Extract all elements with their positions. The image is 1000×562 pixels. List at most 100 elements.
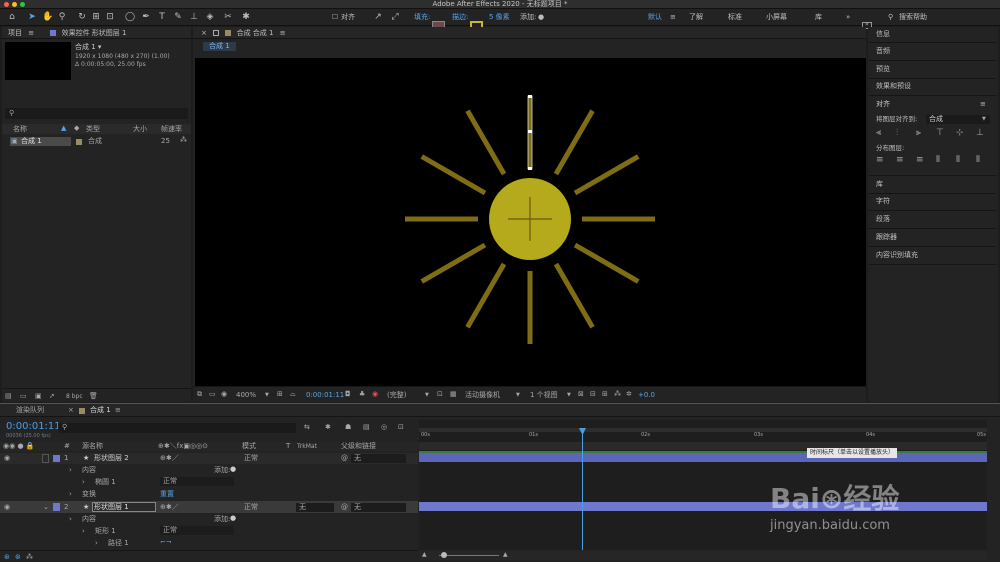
- info-panel[interactable]: 信息: [876, 30, 890, 39]
- sun-ray[interactable]: [465, 262, 507, 329]
- expand-arrow-icon[interactable]: ›: [69, 515, 72, 524]
- distribute-bottom-icon[interactable]: ≡: [916, 156, 924, 165]
- audio-panel[interactable]: 音频: [876, 47, 890, 56]
- graph-editor-icon[interactable]: ⊡: [398, 423, 404, 432]
- layer-bar-selected[interactable]: [419, 502, 987, 511]
- playhead-line[interactable]: [582, 428, 583, 560]
- ellipse-tool-icon[interactable]: ◯: [124, 12, 136, 23]
- lock-icon[interactable]: [213, 30, 220, 36]
- timeline-graph-area[interactable]: 00s 01s 02s 03s 04s 05s 时间标尺（单击以设置播放头）: [419, 420, 987, 560]
- expand-arrow-icon[interactable]: ›: [69, 490, 72, 499]
- source-name-column[interactable]: 源名称: [82, 442, 103, 451]
- current-timecode[interactable]: 0:00:01:11: [6, 421, 61, 432]
- exposure-value[interactable]: +0.0: [638, 391, 655, 400]
- layer-bar[interactable]: [419, 453, 987, 462]
- workspace-default[interactable]: 默认: [648, 13, 662, 22]
- comp-mini-flowchart-icon[interactable]: ⇆: [304, 423, 310, 432]
- expand-arrow-icon[interactable]: ›: [82, 527, 85, 536]
- align-checkbox[interactable]: ☐: [330, 12, 340, 23]
- effects-presets-panel[interactable]: 效果和预设: [876, 82, 911, 91]
- interpret-footage-icon[interactable]: ▤: [5, 392, 12, 401]
- project-item-row[interactable]: ▣ 合成 1 合成 25 ⁂: [2, 136, 191, 146]
- camera-tool-icon[interactable]: ⊞: [90, 12, 102, 23]
- expand-icon[interactable]: [42, 454, 49, 463]
- layer-switches-toggle-icon[interactable]: ⊛: [4, 553, 10, 562]
- flowchart-icon[interactable]: ⁂: [614, 390, 621, 399]
- zoom-dropdown[interactable]: 400%: [236, 391, 256, 400]
- sun-ray[interactable]: [465, 109, 507, 176]
- stroke-width-value[interactable]: 5 像素: [489, 13, 510, 22]
- viewer-timecode[interactable]: 0:00:01:11: [306, 391, 344, 400]
- preview-panel[interactable]: 预览: [876, 65, 890, 74]
- eye-icon[interactable]: ◉: [4, 503, 10, 512]
- sun-ray[interactable]: [553, 109, 595, 176]
- close-tab-icon[interactable]: ×: [201, 29, 207, 37]
- more-workspaces-icon[interactable]: »: [846, 13, 850, 22]
- comp-breadcrumb[interactable]: 合成 1: [203, 42, 236, 51]
- new-folder-icon[interactable]: ▭: [20, 392, 27, 401]
- tracker-panel[interactable]: 跟踪器: [876, 233, 897, 242]
- add-shape-icon[interactable]: ●: [537, 12, 545, 23]
- distribute-horizontal-center-icon[interactable]: ⦀: [956, 156, 960, 165]
- expand-arrow-icon[interactable]: ›: [95, 539, 98, 548]
- zoom-slider-track[interactable]: [439, 555, 499, 556]
- puppet-tool-icon[interactable]: ✱: [240, 12, 252, 23]
- add-content-icon[interactable]: ●: [230, 514, 236, 523]
- region-of-interest-icon[interactable]: ⊡: [437, 390, 443, 399]
- camera-dropdown[interactable]: 活动摄像机: [465, 391, 500, 400]
- composition-tab[interactable]: 合成 合成 1: [237, 29, 274, 37]
- layer-mode[interactable]: 正常: [244, 454, 258, 463]
- draft-3d-icon[interactable]: ✱: [325, 423, 331, 432]
- workspace-small-screen[interactable]: 小屏幕: [766, 13, 787, 22]
- layer-name[interactable]: 形状图层 2: [94, 454, 129, 463]
- workspace-libraries[interactable]: 库: [815, 13, 822, 22]
- column-size[interactable]: 大小: [133, 125, 147, 134]
- workspace-menu-icon[interactable]: ≡: [670, 13, 676, 22]
- rectangle-mode-dropdown[interactable]: 正常: [160, 526, 234, 535]
- eraser-tool-icon[interactable]: ◈: [204, 12, 216, 23]
- parent-dropdown[interactable]: 无: [351, 503, 406, 512]
- snapshot-icon[interactable]: ◘: [345, 390, 351, 399]
- rotate-tool-icon[interactable]: ↻: [76, 12, 88, 23]
- search-icon[interactable]: ⚲: [888, 13, 893, 22]
- distribute-vertical-center-icon[interactable]: ≡: [896, 156, 904, 165]
- zoom-out-icon[interactable]: ▲: [422, 550, 427, 559]
- selection-handle-bottom[interactable]: [528, 167, 532, 170]
- align-bottom-icon[interactable]: ⊥: [976, 129, 984, 138]
- composition-viewer[interactable]: [195, 58, 866, 386]
- work-area-bar[interactable]: [419, 428, 987, 432]
- flowchart-icon[interactable]: ⁂: [180, 136, 187, 145]
- selection-tool-icon[interactable]: ➤: [26, 12, 38, 23]
- show-snapshot-icon[interactable]: ♣: [359, 390, 365, 399]
- zoom-in-icon[interactable]: ▲: [503, 550, 508, 559]
- snap-grid-icon[interactable]: ⤢: [389, 12, 401, 23]
- align-vertical-center-icon[interactable]: ⊹: [956, 129, 964, 138]
- monitor-icon[interactable]: ▭: [209, 390, 216, 399]
- parent-pickwhip-icon[interactable]: @: [341, 454, 348, 463]
- fast-previews-icon[interactable]: ⊟: [590, 390, 596, 399]
- delete-icon[interactable]: 🗑: [89, 392, 98, 401]
- ellipse-mode-dropdown[interactable]: 正常: [160, 477, 234, 486]
- motion-blur-icon[interactable]: ◎: [381, 423, 387, 432]
- path-shape-icon[interactable]: ⌐¬: [160, 538, 172, 547]
- clone-stamp-tool-icon[interactable]: ⊥: [188, 12, 200, 23]
- align-left-icon[interactable]: ⫷: [876, 129, 881, 138]
- sun-ray[interactable]: [553, 262, 595, 329]
- rectangle-group-label[interactable]: 矩形 1: [95, 527, 116, 536]
- layer-row[interactable]: ◉ 1 ★ 形状图层 2 ⊕✱／ 正常 @ 无: [0, 453, 418, 464]
- sun-ray[interactable]: [573, 242, 640, 284]
- always-preview-icon[interactable]: ⧉: [197, 390, 202, 399]
- home-icon[interactable]: ⌂: [6, 12, 18, 23]
- snap-icon[interactable]: ↗: [372, 12, 384, 23]
- content-aware-fill-panel[interactable]: 内容识别填充: [876, 251, 918, 260]
- render-queue-tab[interactable]: 渲染队列: [16, 406, 44, 415]
- trkmat-dropdown[interactable]: 无: [296, 503, 334, 512]
- panel-menu-icon[interactable]: ≡: [980, 100, 986, 109]
- vr-icon[interactable]: ◉: [221, 390, 227, 399]
- timeline-search-input[interactable]: ⚲: [58, 423, 296, 433]
- align-to-dropdown[interactable]: 合成 ▼: [926, 115, 990, 124]
- mask-visibility-icon[interactable]: ⌓: [290, 390, 296, 399]
- camera-dropdown-arrow[interactable]: ▼: [516, 391, 520, 400]
- comp-timeline-tab[interactable]: 合成 1: [90, 406, 111, 415]
- align-right-icon[interactable]: ⫸: [916, 129, 921, 138]
